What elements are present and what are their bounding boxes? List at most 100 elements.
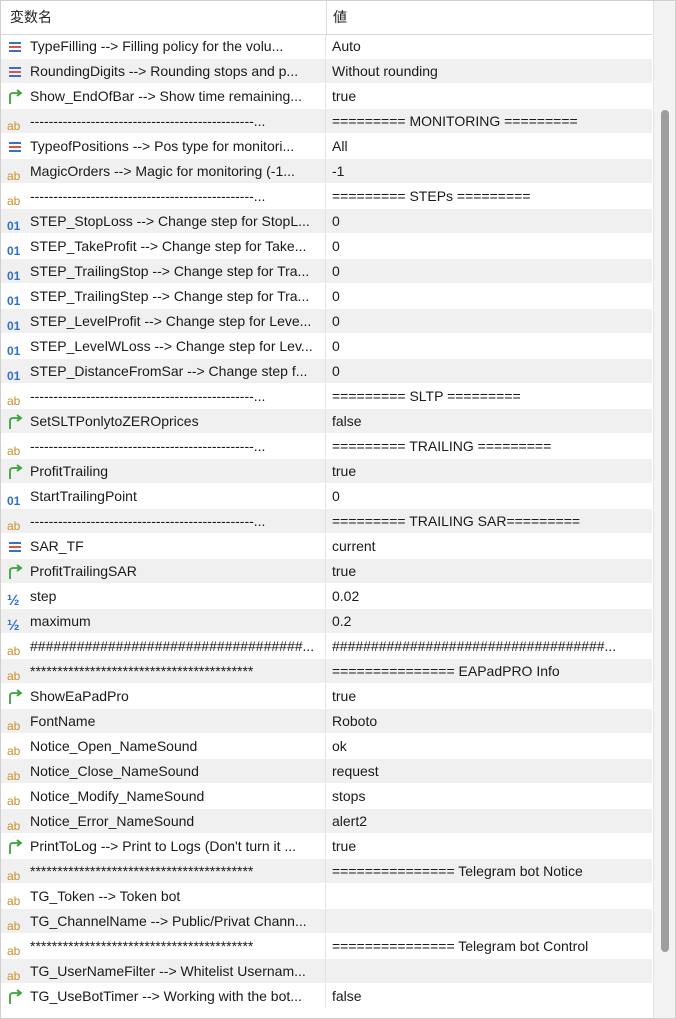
table-row[interactable]: RoundingDigits --> Rounding stops and p.… — [1, 59, 652, 84]
table-row[interactable]: ½ step 0.02 — [1, 584, 652, 609]
parameter-value[interactable]: 0 — [327, 259, 652, 283]
parameter-value[interactable]: false — [327, 409, 652, 433]
integer-type-icon: 01 — [7, 319, 21, 333]
table-row[interactable]: 01 STEP_TrailingStop --> Change step for … — [1, 259, 652, 284]
parameter-value[interactable] — [327, 909, 652, 933]
parameter-value[interactable]: alert2 — [327, 809, 652, 833]
table-row[interactable]: ShowEaPadPro true — [1, 684, 652, 709]
table-row[interactable]: SAR_TF current — [1, 534, 652, 559]
parameter-value[interactable]: ========= TRAILING SAR========= — [327, 509, 652, 533]
parameter-value[interactable] — [327, 884, 652, 908]
parameter-value[interactable]: stops — [327, 784, 652, 808]
table-row[interactable]: SetSLTPonlytoZEROprices false — [1, 409, 652, 434]
table-row[interactable]: ab --------------------------------------… — [1, 384, 652, 409]
column-header-variable[interactable]: 変数名 — [1, 1, 327, 34]
enum-type-icon — [7, 38, 24, 54]
parameter-name: STEP_LevelWLoss --> Change step for Lev.… — [30, 338, 313, 354]
parameter-name-cell: ab **************************************… — [1, 659, 326, 683]
table-row[interactable]: ab --------------------------------------… — [1, 434, 652, 459]
parameter-value[interactable]: ========= STEPs ========= — [327, 184, 652, 208]
parameter-value[interactable]: ========= TRAILING ========= — [327, 434, 652, 458]
table-row[interactable]: 01 StartTrailingPoint 0 — [1, 484, 652, 509]
scrollbar-thumb[interactable] — [661, 110, 669, 952]
parameter-name: Notice_Error_NameSound — [30, 813, 195, 829]
table-row[interactable]: ab --------------------------------------… — [1, 109, 652, 134]
table-row[interactable]: ab --------------------------------------… — [1, 509, 652, 534]
parameter-value[interactable]: Auto — [327, 34, 652, 58]
parameter-value[interactable]: true — [327, 684, 652, 708]
parameter-value[interactable]: =============== Telegram bot Control — [327, 934, 652, 958]
parameter-value[interactable]: 0 — [327, 234, 652, 258]
string-type-icon: ab — [7, 919, 21, 933]
parameter-value[interactable]: 0 — [327, 309, 652, 333]
string-type-icon: ab — [7, 669, 21, 683]
table-row[interactable]: 01 STEP_DistanceFromSar --> Change step f… — [1, 359, 652, 384]
table-row[interactable]: ProfitTrailing true — [1, 459, 652, 484]
table-row[interactable]: ½ maximum 0.2 — [1, 609, 652, 634]
table-row[interactable]: ab TG_UserNameFilter --> Whitelist Userna… — [1, 959, 652, 984]
string-type-icon: ab — [7, 969, 21, 983]
parameter-value[interactable]: true — [327, 459, 652, 483]
parameter-value[interactable]: ========= MONITORING ========= — [327, 109, 652, 133]
parameter-name-cell: 01 STEP_StopLoss --> Change step for Stop… — [1, 209, 326, 233]
parameter-value[interactable]: ###################################... — [327, 634, 652, 658]
parameter-value[interactable]: 0.02 — [327, 584, 652, 608]
table-row[interactable]: ab MagicOrders --> Magic for monitoring (… — [1, 159, 652, 184]
table-row[interactable]: ab Notice_Error_NameSound alert2 — [1, 809, 652, 834]
vertical-scrollbar[interactable] — [653, 1, 675, 1018]
parameter-value[interactable]: Without rounding — [327, 59, 652, 83]
parameter-value[interactable] — [327, 959, 652, 983]
table-row[interactable]: ProfitTrailingSAR true — [1, 559, 652, 584]
parameter-value[interactable]: current — [327, 534, 652, 558]
parameter-value[interactable]: 0 — [327, 284, 652, 308]
table-row[interactable]: ab **************************************… — [1, 859, 652, 884]
parameter-value[interactable]: 0.2 — [327, 609, 652, 633]
parameter-name: SetSLTPonlytoZEROprices — [30, 413, 199, 429]
parameter-name: step — [30, 588, 57, 604]
parameter-value[interactable]: 0 — [327, 334, 652, 358]
parameter-value[interactable]: -1 — [327, 159, 652, 183]
table-row[interactable]: ab Notice_Open_NameSound ok — [1, 734, 652, 759]
parameter-name: RoundingDigits --> Rounding stops and p.… — [30, 63, 299, 79]
table-row[interactable]: TypeofPositions --> Pos type for monitor… — [1, 134, 652, 159]
table-row[interactable]: ab TG_ChannelName --> Public/Privat Chann… — [1, 909, 652, 934]
parameter-value[interactable]: ok — [327, 734, 652, 758]
parameter-value[interactable]: true — [327, 834, 652, 858]
table-row[interactable]: 01 STEP_TrailingStep --> Change step for … — [1, 284, 652, 309]
table-row[interactable]: 01 STEP_TakeProfit --> Change step for Ta… — [1, 234, 652, 259]
parameter-name-cell: ab --------------------------------------… — [1, 509, 326, 533]
table-row[interactable]: ab Notice_Close_NameSound request — [1, 759, 652, 784]
parameter-value[interactable]: 0 — [327, 209, 652, 233]
table-row[interactable]: TypeFilling --> Filling policy for the v… — [1, 34, 652, 59]
table-row[interactable]: PrintToLog --> Print to Logs (Don't turn… — [1, 834, 652, 859]
parameter-value[interactable]: ========= SLTP ========= — [327, 384, 652, 408]
parameter-value[interactable]: 0 — [327, 359, 652, 383]
parameter-value[interactable]: true — [327, 84, 652, 108]
table-row[interactable]: ab FontName Roboto — [1, 709, 652, 734]
parameter-value[interactable]: false — [327, 984, 652, 1008]
table-row[interactable]: Show_EndOfBar --> Show time remaining...… — [1, 84, 652, 109]
table-row[interactable]: ab ###################################...… — [1, 634, 652, 659]
table-row[interactable]: TG_UseBotTimer --> Working with the bot.… — [1, 984, 652, 1009]
string-type-icon: ab — [7, 769, 21, 783]
parameter-name: SAR_TF — [30, 538, 84, 554]
parameter-value[interactable]: All — [327, 134, 652, 158]
table-row[interactable]: ab **************************************… — [1, 659, 652, 684]
table-row[interactable]: 01 STEP_LevelWLoss --> Change step for Le… — [1, 334, 652, 359]
parameter-name-cell: ab TG_Token --> Token bot — [1, 884, 326, 908]
parameter-name: STEP_TakeProfit --> Change step for Take… — [30, 238, 307, 254]
parameter-name-cell: ab Notice_Modify_NameSound — [1, 784, 326, 808]
table-row[interactable]: 01 STEP_LevelProfit --> Change step for L… — [1, 309, 652, 334]
table-row[interactable]: ab TG_Token --> Token bot — [1, 884, 652, 909]
parameter-value[interactable]: request — [327, 759, 652, 783]
table-row[interactable]: ab --------------------------------------… — [1, 184, 652, 209]
table-row[interactable]: ab Notice_Modify_NameSound stops — [1, 784, 652, 809]
table-row[interactable]: 01 STEP_StopLoss --> Change step for Stop… — [1, 209, 652, 234]
parameter-value[interactable]: Roboto — [327, 709, 652, 733]
parameter-value[interactable]: =============== EAPadPRO Info — [327, 659, 652, 683]
column-header-value[interactable]: 値 — [327, 1, 653, 34]
parameter-value[interactable]: =============== Telegram bot Notice — [327, 859, 652, 883]
parameter-value[interactable]: true — [327, 559, 652, 583]
table-row[interactable]: ab **************************************… — [1, 934, 652, 959]
parameter-value[interactable]: 0 — [327, 484, 652, 508]
